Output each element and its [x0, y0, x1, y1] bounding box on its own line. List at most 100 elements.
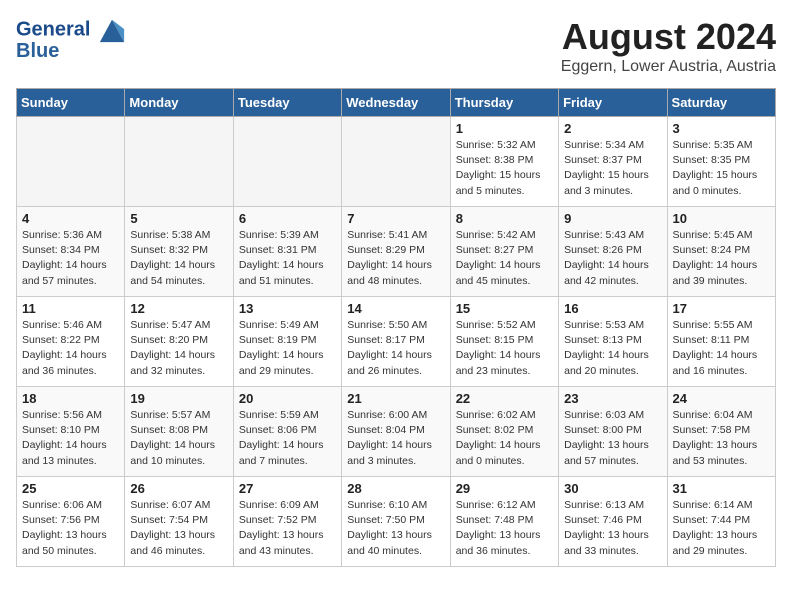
calendar-day-cell: 13 Sunrise: 5:49 AMSunset: 8:19 PMDayligh… [233, 297, 341, 387]
day-info: Sunrise: 5:55 AMSunset: 8:11 PMDaylight:… [673, 318, 770, 379]
weekday-header: Monday [125, 89, 233, 117]
calendar-day-cell: 4 Sunrise: 5:36 AMSunset: 8:34 PMDaylight… [17, 207, 125, 297]
day-info: Sunrise: 5:57 AMSunset: 8:08 PMDaylight:… [130, 408, 227, 469]
calendar-day-cell: 20 Sunrise: 5:59 AMSunset: 8:06 PMDayligh… [233, 387, 341, 477]
month-year-title: August 2024 [561, 16, 776, 58]
calendar-day-cell: 22 Sunrise: 6:02 AMSunset: 8:02 PMDayligh… [450, 387, 558, 477]
calendar-day-cell: 10 Sunrise: 5:45 AMSunset: 8:24 PMDayligh… [667, 207, 775, 297]
day-number: 25 [22, 481, 119, 496]
calendar-day-cell [342, 117, 450, 207]
page-header: General Blue August 2024 Eggern, Lower A… [16, 16, 776, 76]
calendar-day-cell: 11 Sunrise: 5:46 AMSunset: 8:22 PMDayligh… [17, 297, 125, 387]
calendar-day-cell: 1Sunrise: 5:32 AMSunset: 8:38 PMDaylight… [450, 117, 558, 207]
day-number: 8 [456, 211, 553, 226]
day-number: 10 [673, 211, 770, 226]
day-info: Sunrise: 5:59 AMSunset: 8:06 PMDaylight:… [239, 408, 336, 469]
weekday-header: Sunday [17, 89, 125, 117]
calendar-week-row: 25 Sunrise: 6:06 AMSunset: 7:56 PMDayligh… [17, 477, 776, 567]
calendar-day-cell: 23 Sunrise: 6:03 AMSunset: 8:00 PMDayligh… [559, 387, 667, 477]
day-number: 2 [564, 121, 661, 136]
calendar-day-cell: 25 Sunrise: 6:06 AMSunset: 7:56 PMDayligh… [17, 477, 125, 567]
day-number: 24 [673, 391, 770, 406]
day-number: 1 [456, 121, 553, 136]
day-number: 29 [456, 481, 553, 496]
day-info: Sunrise: 6:04 AMSunset: 7:58 PMDaylight:… [673, 408, 770, 469]
title-section: August 2024 Eggern, Lower Austria, Austr… [561, 16, 776, 76]
weekday-header: Tuesday [233, 89, 341, 117]
day-number: 13 [239, 301, 336, 316]
calendar-table: SundayMondayTuesdayWednesdayThursdayFrid… [16, 88, 776, 567]
calendar-day-cell: 31 Sunrise: 6:14 AMSunset: 7:44 PMDayligh… [667, 477, 775, 567]
day-info: Sunrise: 6:12 AMSunset: 7:48 PMDaylight:… [456, 498, 553, 559]
day-number: 4 [22, 211, 119, 226]
day-info: Sunrise: 6:03 AMSunset: 8:00 PMDaylight:… [564, 408, 661, 469]
calendar-day-cell: 14 Sunrise: 5:50 AMSunset: 8:17 PMDayligh… [342, 297, 450, 387]
day-number: 17 [673, 301, 770, 316]
day-info: Sunrise: 5:50 AMSunset: 8:17 PMDaylight:… [347, 318, 444, 379]
calendar-week-row: 18Sunrise: 5:56 AMSunset: 8:10 PMDayligh… [17, 387, 776, 477]
calendar-day-cell: 26Sunrise: 6:07 AMSunset: 7:54 PMDayligh… [125, 477, 233, 567]
day-number: 16 [564, 301, 661, 316]
location-subtitle: Eggern, Lower Austria, Austria [561, 58, 776, 76]
day-number: 6 [239, 211, 336, 226]
day-info: Sunrise: 5:39 AMSunset: 8:31 PMDaylight:… [239, 228, 336, 289]
calendar-day-cell [125, 117, 233, 207]
calendar-day-cell: 21Sunrise: 6:00 AMSunset: 8:04 PMDayligh… [342, 387, 450, 477]
day-info: Sunrise: 6:13 AMSunset: 7:46 PMDaylight:… [564, 498, 661, 559]
day-number: 26 [130, 481, 227, 496]
day-number: 14 [347, 301, 444, 316]
day-info: Sunrise: 5:53 AMSunset: 8:13 PMDaylight:… [564, 318, 661, 379]
calendar-day-cell: 7 Sunrise: 5:41 AMSunset: 8:29 PMDaylight… [342, 207, 450, 297]
day-info: Sunrise: 5:46 AMSunset: 8:22 PMDaylight:… [22, 318, 119, 379]
day-number: 23 [564, 391, 661, 406]
calendar-day-cell: 6 Sunrise: 5:39 AMSunset: 8:31 PMDaylight… [233, 207, 341, 297]
weekday-header: Thursday [450, 89, 558, 117]
day-info: Sunrise: 5:47 AMSunset: 8:20 PMDaylight:… [130, 318, 227, 379]
day-number: 27 [239, 481, 336, 496]
day-info: Sunrise: 5:52 AMSunset: 8:15 PMDaylight:… [456, 318, 553, 379]
day-number: 22 [456, 391, 553, 406]
calendar-day-cell [233, 117, 341, 207]
calendar-day-cell: 9 Sunrise: 5:43 AMSunset: 8:26 PMDaylight… [559, 207, 667, 297]
day-info: Sunrise: 5:45 AMSunset: 8:24 PMDaylight:… [673, 228, 770, 289]
calendar-day-cell: 29 Sunrise: 6:12 AMSunset: 7:48 PMDayligh… [450, 477, 558, 567]
weekday-header: Friday [559, 89, 667, 117]
day-info: Sunrise: 5:56 AMSunset: 8:10 PMDaylight:… [22, 408, 119, 469]
calendar-day-cell [17, 117, 125, 207]
calendar-day-cell: 18Sunrise: 5:56 AMSunset: 8:10 PMDayligh… [17, 387, 125, 477]
logo: General Blue [16, 16, 126, 63]
day-number: 28 [347, 481, 444, 496]
calendar-day-cell: 28 Sunrise: 6:10 AMSunset: 7:50 PMDayligh… [342, 477, 450, 567]
calendar-day-cell: 5Sunrise: 5:38 AMSunset: 8:32 PMDaylight… [125, 207, 233, 297]
day-number: 21 [347, 391, 444, 406]
day-info: Sunrise: 5:35 AMSunset: 8:35 PMDaylight:… [673, 138, 770, 199]
calendar-day-cell: 12 Sunrise: 5:47 AMSunset: 8:20 PMDayligh… [125, 297, 233, 387]
day-number: 9 [564, 211, 661, 226]
day-number: 12 [130, 301, 227, 316]
day-info: Sunrise: 6:09 AMSunset: 7:52 PMDaylight:… [239, 498, 336, 559]
day-number: 7 [347, 211, 444, 226]
day-info: Sunrise: 5:34 AMSunset: 8:37 PMDaylight:… [564, 138, 661, 199]
day-number: 31 [673, 481, 770, 496]
calendar-day-cell: 15Sunrise: 5:52 AMSunset: 8:15 PMDayligh… [450, 297, 558, 387]
calendar-day-cell: 19 Sunrise: 5:57 AMSunset: 8:08 PMDayligh… [125, 387, 233, 477]
day-number: 3 [673, 121, 770, 136]
day-info: Sunrise: 6:06 AMSunset: 7:56 PMDaylight:… [22, 498, 119, 559]
day-number: 19 [130, 391, 227, 406]
calendar-day-cell: 3 Sunrise: 5:35 AMSunset: 8:35 PMDaylight… [667, 117, 775, 207]
day-number: 30 [564, 481, 661, 496]
day-number: 5 [130, 211, 227, 226]
day-info: Sunrise: 5:41 AMSunset: 8:29 PMDaylight:… [347, 228, 444, 289]
day-info: Sunrise: 5:49 AMSunset: 8:19 PMDaylight:… [239, 318, 336, 379]
day-number: 20 [239, 391, 336, 406]
calendar-day-cell: 16 Sunrise: 5:53 AMSunset: 8:13 PMDayligh… [559, 297, 667, 387]
day-info: Sunrise: 5:43 AMSunset: 8:26 PMDaylight:… [564, 228, 661, 289]
day-info: Sunrise: 5:36 AMSunset: 8:34 PMDaylight:… [22, 228, 119, 289]
calendar-week-row: 4 Sunrise: 5:36 AMSunset: 8:34 PMDaylight… [17, 207, 776, 297]
day-number: 11 [22, 301, 119, 316]
day-info: Sunrise: 6:14 AMSunset: 7:44 PMDaylight:… [673, 498, 770, 559]
weekday-header-row: SundayMondayTuesdayWednesdayThursdayFrid… [17, 89, 776, 117]
calendar-week-row: 11 Sunrise: 5:46 AMSunset: 8:22 PMDayligh… [17, 297, 776, 387]
day-info: Sunrise: 6:10 AMSunset: 7:50 PMDaylight:… [347, 498, 444, 559]
day-info: Sunrise: 6:02 AMSunset: 8:02 PMDaylight:… [456, 408, 553, 469]
